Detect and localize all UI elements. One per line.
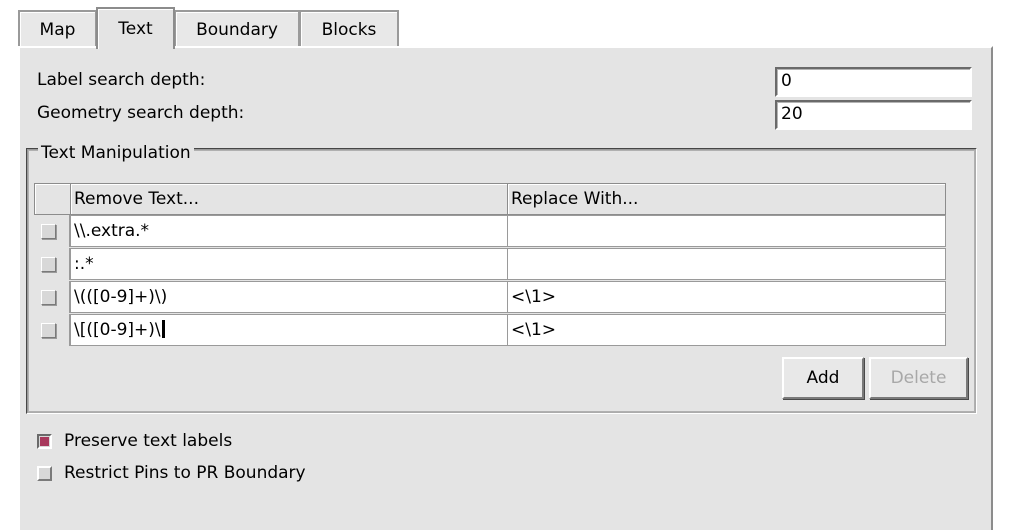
delete-button[interactable]: Delete [869, 357, 968, 399]
replace-with-cell-4[interactable]: <\1> [507, 314, 946, 346]
remove-text-cell-1[interactable]: \\.extra.* [70, 215, 508, 247]
tab-text-label: Text [118, 19, 153, 39]
tab-blocks-label: Blocks [321, 19, 377, 40]
remove-text-cell-2[interactable]: :.* [70, 248, 508, 280]
row-checkbox-3[interactable] [41, 290, 56, 305]
checkbox-check-indicator [40, 437, 49, 446]
restrict-pins-label[interactable]: Restrict Pins to PR Boundary [64, 463, 306, 483]
add-button[interactable]: Add [782, 357, 864, 399]
row-checkbox-4[interactable] [41, 323, 56, 338]
column-header-replace[interactable]: Replace With... [507, 183, 946, 215]
remove-text-cell-4[interactable]: \[([0-9]+)\ [70, 314, 508, 346]
row-checkbox-1[interactable] [41, 224, 56, 239]
table-corner-header [34, 183, 71, 215]
tab-text[interactable]: Text [96, 7, 175, 49]
preserve-text-labels-label[interactable]: Preserve text labels [64, 431, 232, 451]
tab-boundary[interactable]: Boundary [174, 10, 300, 47]
column-header-remove[interactable]: Remove Text... [70, 183, 508, 215]
text-manipulation-title: Text Manipulation [38, 143, 194, 163]
label-search-depth-input[interactable]: 0 [775, 67, 972, 97]
tab-blocks[interactable]: Blocks [299, 10, 399, 47]
remove-text-cell-3[interactable]: \(([0-9]+)\) [70, 281, 508, 313]
row-selector-2[interactable] [34, 248, 70, 280]
row-checkbox-2[interactable] [41, 257, 56, 272]
tab-map-label: Map [39, 19, 76, 40]
replace-with-cell-2[interactable] [507, 248, 946, 280]
row-selector-1[interactable] [34, 215, 70, 247]
tab-boundary-label: Boundary [196, 19, 278, 40]
text-cursor [161, 320, 165, 338]
geometry-search-depth-label: Geometry search depth: [37, 103, 245, 123]
geometry-search-depth-input[interactable]: 20 [775, 100, 972, 130]
remove-text-edit-value-4: \[([0-9]+)\ [74, 320, 161, 340]
restrict-pins-checkbox[interactable] [37, 466, 52, 481]
replace-with-cell-1[interactable] [507, 215, 946, 247]
row-selector-4[interactable] [34, 314, 70, 346]
replace-with-cell-3[interactable]: <\1> [507, 281, 946, 313]
label-search-depth-label: Label search depth: [37, 70, 206, 90]
row-selector-3[interactable] [34, 281, 70, 313]
text-manipulation-table: Remove Text... Replace With... \\.extra.… [34, 183, 946, 347]
tab-map[interactable]: Map [18, 10, 97, 47]
preserve-text-labels-checkbox[interactable] [37, 434, 52, 449]
